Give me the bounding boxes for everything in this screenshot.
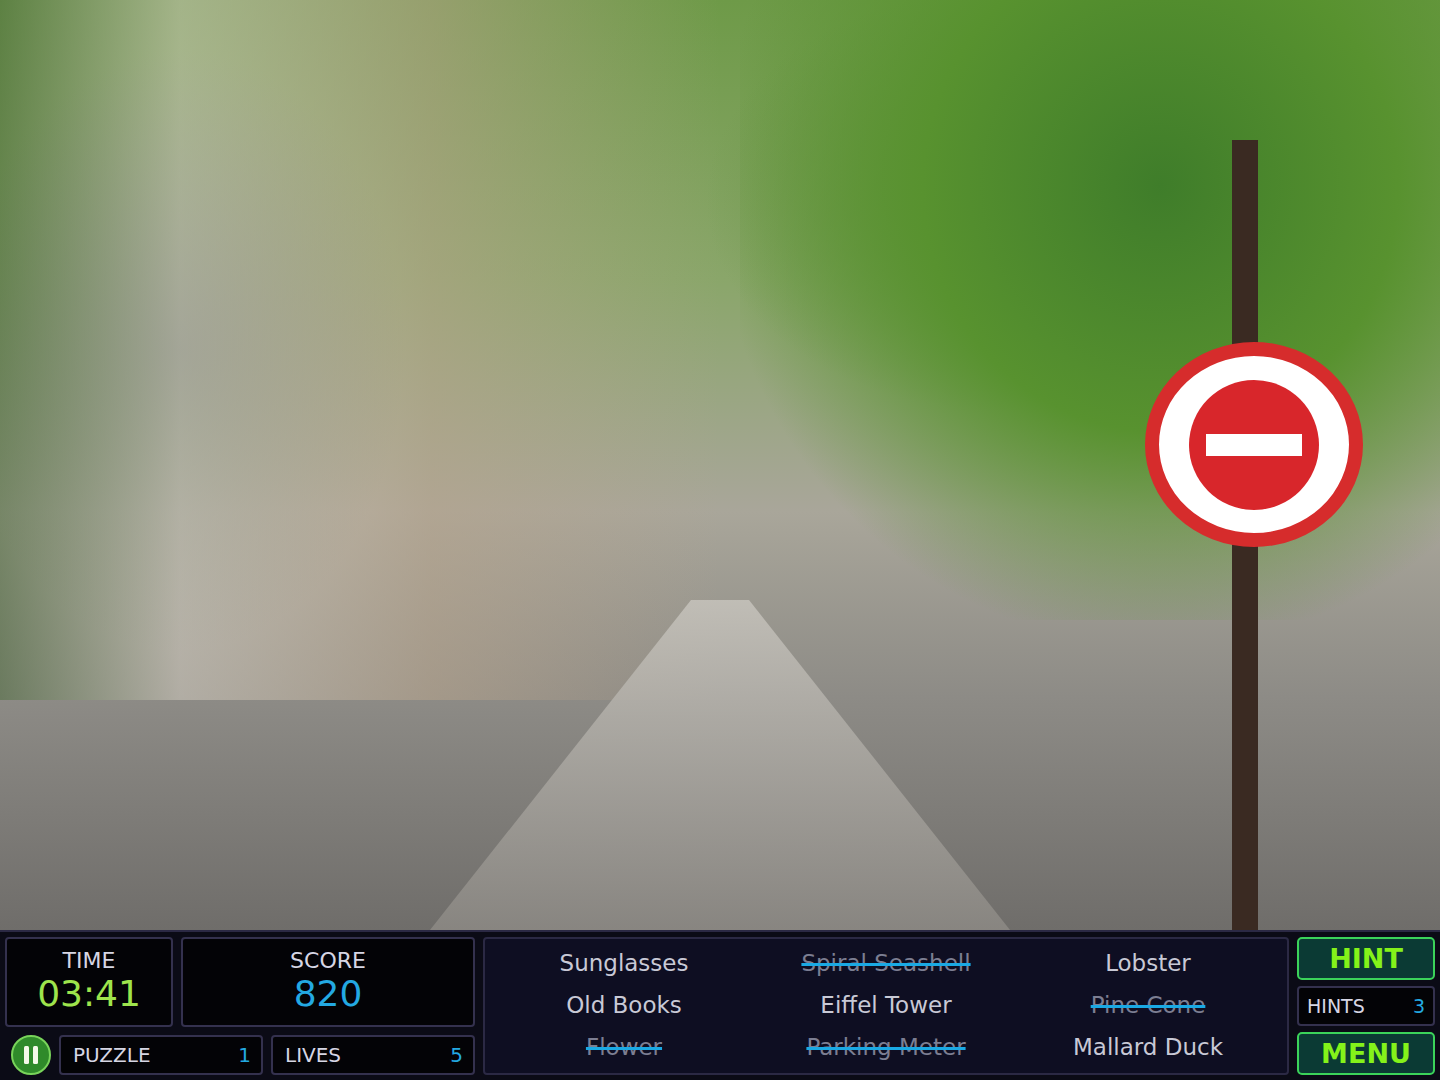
find-list: SunglassesSpiral SeashellLobster Old Book… (483, 937, 1289, 1075)
find-item: Mallard Duck (1017, 1034, 1279, 1062)
find-item: Lobster (1017, 950, 1279, 978)
score-display-label: SCORE (290, 949, 366, 973)
find-item: Spiral Seashell (755, 950, 1017, 978)
puzzle-counter-label: PUZZLE (73, 1040, 151, 1070)
find-item: Old Books (493, 992, 755, 1020)
hints-value: 3 (1413, 992, 1425, 1021)
find-item: Sunglasses (493, 950, 755, 978)
time-display-value: 03:41 (37, 973, 141, 1014)
find-item: Parking Meter (755, 1034, 1017, 1062)
scene-photo[interactable] (0, 0, 1440, 930)
house-facade (0, 0, 720, 700)
hud-bar: TIME03:41SCORE820PUZZLE1LIVES5Sunglasses… (0, 930, 1440, 1080)
hints-counter: HINTS 3 (1297, 986, 1435, 1026)
time-display: TIME03:41 (5, 937, 173, 1027)
sign-disc (1189, 380, 1319, 510)
no-entry-sign (1145, 342, 1363, 547)
score-display-value: 820 (294, 973, 363, 1014)
menu-button[interactable]: MENU (1297, 1032, 1435, 1075)
hud-right: HINT HINTS 3 MENU (1297, 937, 1435, 1075)
lives-counter-label: LIVES (285, 1040, 341, 1070)
tree-canopy (740, 0, 1440, 620)
lives-counter: LIVES 5 (271, 1035, 475, 1075)
lives-counter-value: 5 (450, 1040, 463, 1070)
score-display: SCORE820 (181, 937, 475, 1027)
find-item: Eiffel Tower (755, 992, 1017, 1020)
find-item: Pine Cone (1017, 992, 1279, 1020)
pause-icon[interactable] (22, 1045, 40, 1065)
info-row: PUZZLE 1 LIVES 5 (5, 1035, 475, 1075)
puzzle-counter-value: 1 (238, 1040, 251, 1070)
find-item: Flower (493, 1034, 755, 1062)
hud-left: TIME03:41SCORE820PUZZLE1LIVES5 (5, 937, 475, 1075)
sign-bar (1206, 434, 1302, 456)
puzzle-counter: PUZZLE 1 (59, 1035, 263, 1075)
hint-button[interactable]: HINT (1297, 937, 1435, 980)
time-display-label: TIME (63, 949, 116, 973)
stats-row: TIME03:41SCORE820 (5, 937, 475, 1027)
pause-button[interactable] (11, 1035, 51, 1075)
hints-label: HINTS (1307, 992, 1365, 1021)
